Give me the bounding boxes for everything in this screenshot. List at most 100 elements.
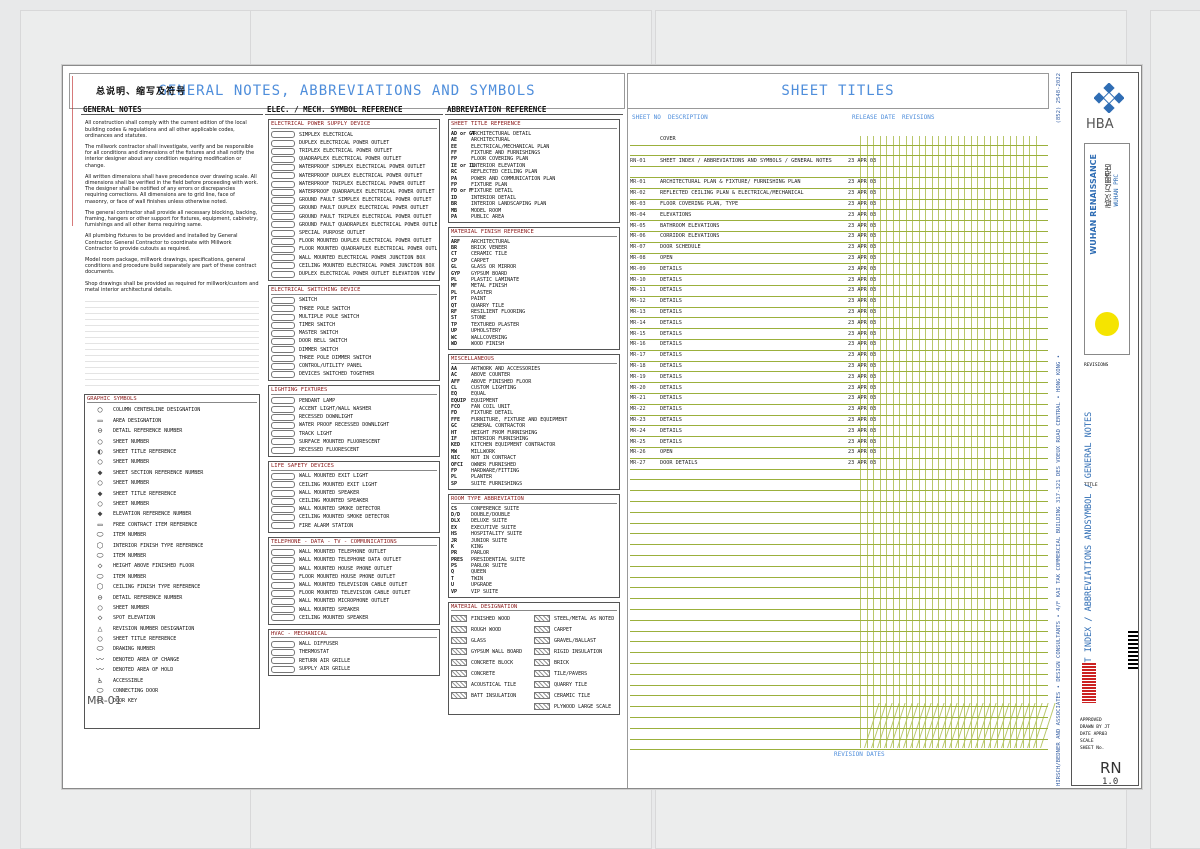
elec-symbol-icon [271,196,295,204]
release-date-cell: 23 APR 03 [848,417,877,424]
graphic-symbol-label: SHEET TITLE REFERENCE [113,490,177,497]
material-label: STEEL/METAL AS NOTED [554,615,615,622]
elec-symbol-row: GROUND FAULT SIMPLEX ELECTRICAL POWER OU… [271,196,437,204]
elec-symbol-row: GROUND FAULT QUADRAPLEX ELECTRICAL POWER… [271,221,437,229]
sheet-title-ref-title: SHEET TITLE REFERENCE [451,121,617,129]
elec-symbol-icon [271,139,295,147]
elec-symbol-row: SIMPLEX ELECTRICAL [271,131,437,139]
material-designation-box: MATERIAL DESIGNATION FINISHED WOOD ROUGH … [448,602,620,716]
elec-symbol-icon [271,329,295,337]
room-type-title: ROOM TYPE ABBREVIATION [451,496,617,504]
symbol-marker-icon: ⊖ [97,592,103,602]
sheet-no-cell: MR-23 [630,417,646,424]
project-logo-icon [1095,312,1119,336]
abbr-code: PA [451,213,458,220]
elec-symbol-icon [271,164,295,172]
graphic-symbol-row: ○ SHEET NUMBER [87,499,257,509]
material-row: PLYWOOD LARGE SCALE [534,701,617,712]
sheet-desc-cell: DETAILS [660,363,682,370]
elec-symbol-label: CEILING MOUNTED SPEAKER [299,614,369,621]
material-row: ROUGH WOOD [451,624,534,635]
release-date-cell: 23 APR 03 [848,233,877,240]
elec-symbol-label: THERMOSTAT [299,649,330,656]
symbol-shape-icon: ⬡ [96,540,104,550]
col-release-date: RELEASE DATE [852,114,896,121]
material-hatch-icon [534,615,550,623]
sheet-no-cell: MR-13 [630,309,646,316]
telecom-title: TELEPHONE - DATA - TV - COMMUNICATIONS [271,539,437,547]
elec-symbol-label: WALL MOUNTED MICROPHONE OUTLET [299,598,390,605]
release-date-cell: 23 APR 03 [848,449,877,456]
elec-symbol-icon [271,147,295,155]
sheet-desc-cell: FLOOR COVERING PLAN, TYPE [660,201,739,208]
col-description: DESCRIPTION [668,114,708,121]
abbr-meaning: WOOD FINISH [471,340,505,347]
elec-symbol-label: WALL MOUNTED EXIT LIGHT [299,473,369,480]
graphic-symbol-label: ELEVATION REFERENCE NUMBER [113,511,192,518]
elec-symbol-label: WATERPROOF DUPLEX ELECTRICAL POWER OUTLE… [299,172,423,179]
elec-symbol-label: WATERPROOF QUADRAPLEX ELECTRICAL POWER O… [299,189,435,196]
graphic-symbol-label: ITEM NUMBER [113,532,147,539]
abbr-row: VP VIP SUITE [451,589,617,595]
material-hatch-icon [451,659,467,667]
elec-symbol-icon [271,297,295,305]
elec-symbol-row: DEVICES SWITCHED TOGETHER [271,370,437,378]
symbol-marker-icon: ○ [97,634,103,644]
release-date-cell: 23 APR 03 [848,460,877,467]
sheet-desc-cell: DOOR SCHEDULE [660,244,701,251]
lighting-title: LIGHTING FIXTURES [271,387,437,395]
abbr-row: PA PUBLIC AREA [451,214,617,220]
drawn-by-value: JT [1104,725,1110,730]
note-paragraph: All written dimensions shall have preced… [85,173,259,205]
material-finish-title: MATERIAL FINISH REFERENCE [451,229,617,237]
elec-symbol-label: CEILING MOUNTED SPEAKER [299,498,369,505]
release-date-cell: 23 APR 03 [848,265,877,272]
elec-symbol-label: SIMPLEX ELECTRICAL [299,131,354,138]
graphic-symbol-label: ACCESSIBLE [113,677,144,684]
elec-symbol-row: MULTIPLE POLE SWITCH [271,313,437,321]
elec-symbol-row: SWITCH [271,297,437,305]
elec-symbol-icon [271,557,295,565]
sheet-desc-cell: DETAILS [660,276,682,283]
elec-symbol-row: CEILING MOUNTED ELECTRICAL POWER JUNCTIO… [271,262,437,270]
elec-symbol-label: SWITCH [299,297,318,304]
release-date-cell: 23 APR 03 [848,244,877,251]
sheet-no-label: SHEET No. [1080,746,1105,751]
elec-symbol-label: WATERPROOF TRIPLEX ELECTRICAL POWER OUTL… [299,180,426,187]
abbr-code: VP [451,588,458,595]
elec-symbol-icon [271,573,295,581]
elec-symbol-row: SUPPLY AIR GRILLE [271,665,437,673]
elec-symbol-row: ACCENT LIGHT/WALL WASHER [271,405,437,413]
release-date-cell: 23 APR 03 [848,406,877,413]
elec-symbol-row: THREE POLE DIMMER SWITCH [271,354,437,362]
sheet-no-cell: RN-01 [630,157,646,164]
elec-symbol-icon [271,338,295,346]
symbol-shape-icon: △ [97,623,103,633]
release-date-cell: 23 APR 03 [848,341,877,348]
title-block-fields: APPROVED DRAWN BY JT DATE APR03 SCALE SH… [1080,717,1110,752]
elec-symbol-row: RETURN AIR GRILLE [271,657,437,665]
release-date-cell: 23 APR 03 [848,395,877,402]
life-safety-title: LIFE SAFETY DEVICES [271,463,437,471]
elec-symbol-label: WALL MOUNTED SMOKE DETECTOR [299,506,381,513]
elec-symbol-icon [271,505,295,513]
sheet-desc-cell: DETAILS [660,417,682,424]
elec-symbol-row: WATERPROOF DUPLEX ELECTRICAL POWER OUTLE… [271,172,437,180]
elec-symbol-label: GROUND FAULT QUADRAPLEX ELECTRICAL POWER… [299,221,437,228]
graphic-symbol-label: CONNECTING DOOR [113,688,159,695]
elec-symbol-label: FLOOR MOUNTED QUADRAPLEX ELECTRICAL POWE… [299,246,437,253]
graphic-symbol-label: DOOR KEY [113,698,138,705]
graphic-symbol-label: SHEET NUMBER [113,459,150,466]
elec-symbol-row: CEILING MOUNTED SMOKE DETECTOR [271,514,437,522]
material-hatch-icon [451,692,467,700]
symbol-marker-icon: 〰 [96,654,104,664]
project-box: WUHAN RENAISSANCE 武汉 万丽酒店 WUHAN PRC [1084,143,1130,355]
note-paragraph: The millwork contractor shall investigat… [85,144,255,169]
graphic-symbol-row: ○ SHEET NUMBER [87,603,257,613]
graphic-symbol-row: ◇ HEIGHT ABOVE FINISHED FLOOR [87,561,257,571]
sheet-desc-cell: BATHROOM ELEVATIONS [660,222,720,229]
elec-symbol-icon [271,221,295,229]
material-hatch-icon [534,703,550,711]
elec-symbol-icon [271,397,295,405]
sheet-desc-cell: COVER [660,136,676,143]
